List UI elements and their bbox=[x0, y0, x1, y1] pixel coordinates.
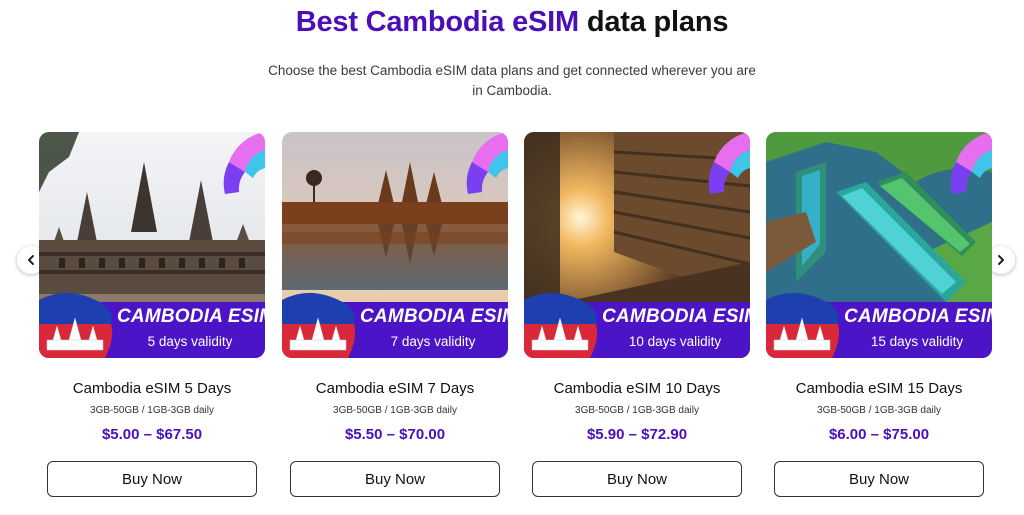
plan-image[interactable]: CAMBODIA ESIM 7 days validity bbox=[282, 132, 508, 358]
buy-now-button[interactable]: Buy Now bbox=[47, 461, 257, 497]
banner-validity: 15 days validity bbox=[870, 334, 964, 349]
banner-validity: 7 days validity bbox=[390, 334, 476, 349]
page-title-accent: Best Cambodia eSIM bbox=[295, 6, 579, 38]
plan-data-allowance: 3GB-50GB / 1GB-3GB daily bbox=[90, 405, 214, 416]
plan-title: Cambodia eSIM 5 Days bbox=[72, 380, 232, 397]
plan-price: $5.00 – $67.50 bbox=[101, 426, 203, 443]
cambodia-flag-icon bbox=[39, 292, 113, 358]
plan-image[interactable]: CAMBODIA ESIM 15 days validity bbox=[766, 132, 992, 358]
cambodia-flag-icon bbox=[282, 292, 356, 358]
plan-title: Cambodia eSIM 15 Days bbox=[795, 380, 963, 397]
plan-data-allowance: 3GB-50GB / 1GB-3GB daily bbox=[333, 405, 457, 416]
plan-data-allowance: 3GB-50GB / 1GB-3GB daily bbox=[817, 405, 941, 416]
plan-card: CAMBODIA ESIM 7 days validity Cambodia e… bbox=[282, 132, 508, 497]
banner-title: CAMBODIA ESIM bbox=[360, 306, 508, 327]
plan-card: CAMBODIA ESIM 15 days validity Cambodia … bbox=[766, 132, 992, 497]
page-title-rest: data plans bbox=[586, 6, 729, 38]
plan-image[interactable]: CAMBODIA ESIM 10 days validity bbox=[524, 132, 750, 358]
banner-validity: 10 days validity bbox=[628, 334, 722, 349]
decorative-arc-icon bbox=[466, 132, 508, 194]
cambodia-flag-icon bbox=[766, 292, 840, 358]
plan-price: $5.50 – $70.00 bbox=[344, 426, 446, 443]
plan-data-allowance: 3GB-50GB / 1GB-3GB daily bbox=[575, 405, 699, 416]
chevron-left-icon bbox=[28, 255, 34, 265]
plan-card: CAMBODIA ESIM 5 days validity Cambodia e… bbox=[39, 132, 265, 497]
decorative-arc-icon bbox=[223, 132, 265, 194]
plan-price: $5.90 – $72.90 bbox=[586, 426, 688, 443]
chevron-right-icon bbox=[998, 255, 1004, 265]
buy-now-button[interactable]: Buy Now bbox=[290, 461, 500, 497]
plan-title: Cambodia eSIM 7 Days bbox=[315, 380, 475, 397]
buy-now-button[interactable]: Buy Now bbox=[774, 461, 984, 497]
banner-validity: 5 days validity bbox=[147, 334, 233, 349]
banner-title: CAMBODIA ESIM bbox=[117, 306, 265, 327]
plan-card: CAMBODIA ESIM 10 days validity Cambodia … bbox=[524, 132, 750, 497]
decorative-arc-icon bbox=[950, 132, 992, 194]
banner-title: CAMBODIA ESIM bbox=[844, 306, 992, 327]
cambodia-flag-icon bbox=[524, 292, 598, 358]
page-subtitle: Choose the best Cambodia eSIM data plans… bbox=[268, 63, 756, 98]
page-title: Best Cambodia eSIM data plans bbox=[0, 6, 1024, 39]
banner-title: CAMBODIA ESIM bbox=[602, 306, 750, 327]
plan-image[interactable]: CAMBODIA ESIM 5 days validity bbox=[39, 132, 265, 358]
decorative-arc-icon bbox=[708, 132, 750, 194]
plan-price: $6.00 – $75.00 bbox=[828, 426, 930, 443]
plan-title: Cambodia eSIM 10 Days bbox=[553, 380, 721, 397]
buy-now-button[interactable]: Buy Now bbox=[532, 461, 742, 497]
